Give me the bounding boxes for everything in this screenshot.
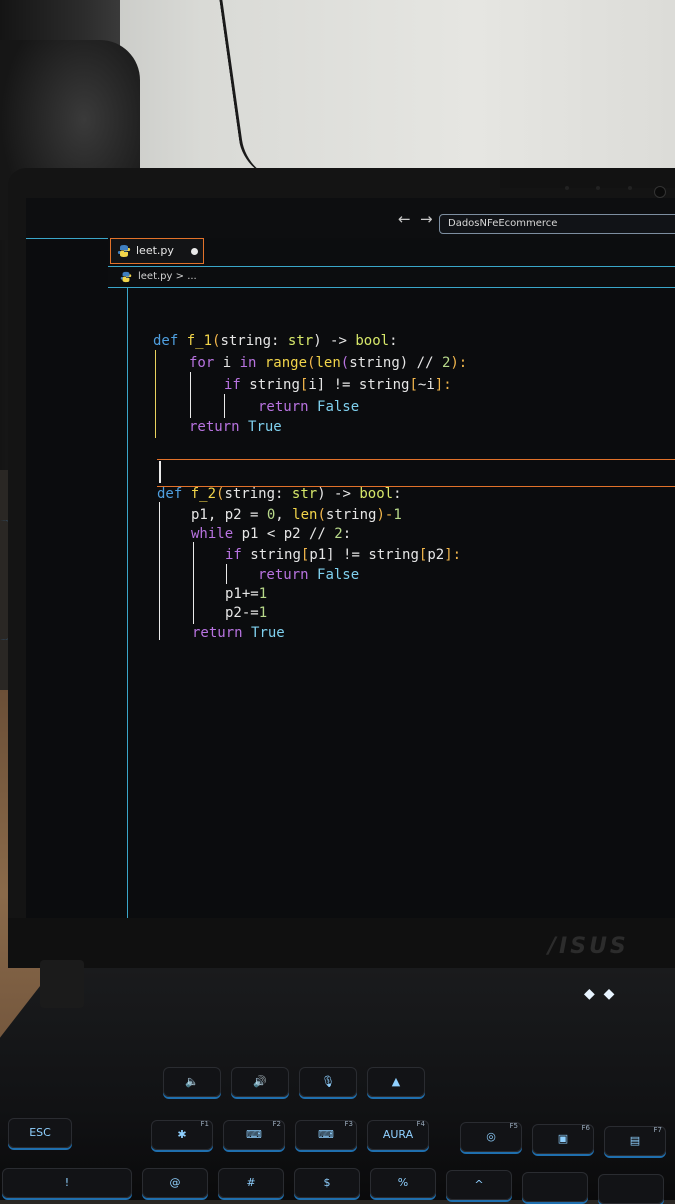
code-line: return False xyxy=(258,567,360,583)
code-line: p1, p2 = 0, len(string)-1 xyxy=(191,507,402,523)
webcam xyxy=(654,186,666,198)
code-editor[interactable]: def f_1(string: str) -> bool: for i in r… xyxy=(26,198,675,920)
lid-camera-bar xyxy=(500,168,675,188)
indent-guide xyxy=(226,564,227,584)
indent-guide xyxy=(193,542,194,624)
laptop-screen: ← → DadosNFeEcommerce leet.py leet.py > … xyxy=(26,198,675,920)
f7-key[interactable]: ▤ F7 xyxy=(604,1126,666,1156)
code-line: if string[i] != string[~i]: xyxy=(224,377,452,393)
mic-mute-key[interactable]: 🎙 xyxy=(299,1067,357,1097)
aura-light-icon: ◆ ◆ xyxy=(584,986,617,1002)
code-line: def f_2(string: str) -> bool: xyxy=(157,486,402,502)
code-line: p2-=1 xyxy=(225,605,268,621)
indent-guide xyxy=(159,502,160,640)
code-line: while p1 < p2 // 2: xyxy=(191,526,352,542)
f5-key[interactable]: ◎ F5 xyxy=(460,1122,522,1152)
key-7[interactable] xyxy=(522,1172,588,1202)
f1-key[interactable]: ✱ F1 xyxy=(151,1120,213,1150)
code-line: return True xyxy=(189,419,282,435)
hinge xyxy=(40,960,84,1008)
key-3[interactable]: # xyxy=(218,1168,284,1198)
volume-down-key[interactable]: 🔈 xyxy=(163,1067,221,1097)
code-line: return True xyxy=(192,625,285,641)
code-line: if string[p1] != string[p2]: xyxy=(225,547,462,563)
code-line: p1+=1 xyxy=(225,586,268,602)
key-4[interactable]: $ xyxy=(294,1168,360,1198)
armoury-key[interactable]: ▲ xyxy=(367,1067,425,1097)
volume-up-key[interactable]: 🔊 xyxy=(231,1067,289,1097)
text-caret xyxy=(159,461,161,483)
indent-guide xyxy=(224,394,225,418)
key-6[interactable]: ^ xyxy=(446,1170,512,1200)
f2-key[interactable]: ⌨ F2 xyxy=(223,1120,285,1150)
sensor xyxy=(628,186,632,190)
indent-guide xyxy=(190,372,191,418)
current-line-highlight xyxy=(157,459,675,487)
code-line: def f_1(string: str) -> bool: xyxy=(153,333,398,349)
key-1[interactable]: ! xyxy=(2,1168,132,1198)
esc-key[interactable]: ESC xyxy=(8,1118,72,1148)
code-line: return False xyxy=(258,399,360,415)
key-5[interactable]: % xyxy=(370,1168,436,1198)
sensor xyxy=(565,186,569,190)
indent-guide xyxy=(155,350,156,438)
brand-logo: /ISUS xyxy=(548,934,629,959)
f3-key[interactable]: ⌨ F3 xyxy=(295,1120,357,1150)
f4-aura-key[interactable]: AURA F4 xyxy=(367,1120,429,1150)
key-2[interactable]: @ xyxy=(142,1168,208,1198)
sensor xyxy=(596,186,600,190)
f6-key[interactable]: ▣ F6 xyxy=(532,1124,594,1154)
code-line: for i in range(len(string) // 2): xyxy=(189,355,468,371)
